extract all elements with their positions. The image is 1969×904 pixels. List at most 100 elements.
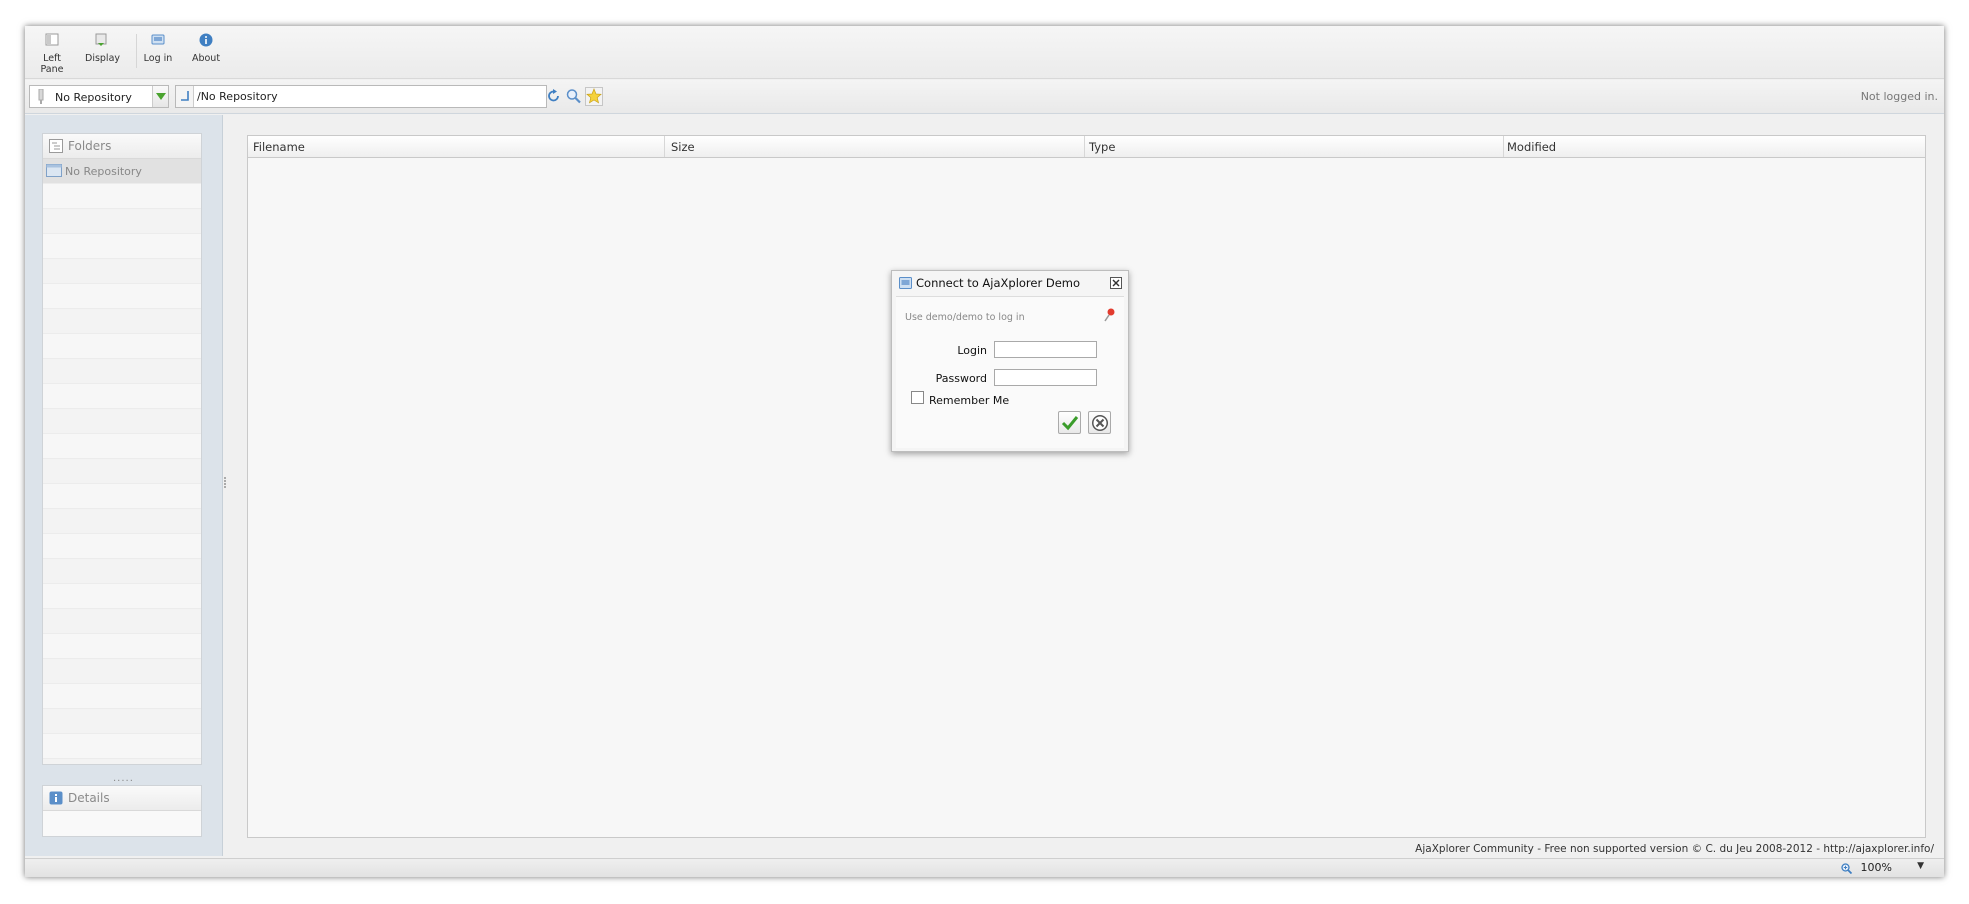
empty-tree-row: [43, 509, 201, 534]
login-dialog-body: Use demo/demo to log in Login Password R…: [896, 296, 1124, 448]
login-dialog-title: Connect to AjaXplorer Demo: [916, 276, 1081, 290]
vertical-splitter-handle[interactable]: [223, 476, 227, 490]
left-pane-label: Left Pane: [40, 53, 64, 75]
details-panel: Details: [42, 785, 202, 837]
ok-button[interactable]: [1058, 411, 1081, 434]
empty-tree-row: [43, 609, 201, 634]
display-button[interactable]: Display: [85, 33, 121, 64]
path-field: [175, 85, 547, 108]
left-pane: Folders No Repository ..... Details: [25, 115, 223, 856]
log-in-icon: [899, 277, 912, 289]
column-header-size[interactable]: Size: [671, 140, 695, 154]
column-header-modified[interactable]: Modified: [1507, 140, 1556, 154]
zoom-icon: [1841, 863, 1852, 874]
remember-me-label: Remember Me: [929, 394, 1010, 407]
empty-tree-row: [43, 584, 201, 609]
password-label: Password: [935, 372, 987, 385]
toolbar-separator: [136, 34, 137, 68]
empty-tree-row: [43, 334, 201, 359]
cancel-icon: [1092, 415, 1108, 431]
copyright-footer: AjaXplorer Community - Free non supporte…: [1415, 843, 1934, 855]
empty-tree-row: [43, 734, 201, 759]
empty-tree-row: [43, 684, 201, 709]
repository-icon: [38, 89, 44, 104]
refresh-icon[interactable]: [545, 87, 563, 106]
location-bar: No Repository No: [25, 80, 1944, 114]
remember-me-checkbox[interactable]: [911, 391, 924, 404]
tree-item-label: No Repository: [65, 165, 142, 178]
repository-folder-icon: [46, 164, 62, 177]
empty-tree-row: [43, 434, 201, 459]
zoom-dropdown-icon[interactable]: ▼: [1917, 861, 1924, 871]
cancel-button[interactable]: [1088, 411, 1111, 434]
empty-tree-row: [43, 634, 201, 659]
repository-select[interactable]: No Repository: [29, 85, 169, 108]
display-label: Display: [85, 53, 121, 64]
status-bar: 100% ▼: [25, 858, 1944, 877]
file-list-header: Filename Size Type Modified: [248, 136, 1925, 158]
empty-tree-row: [43, 309, 201, 334]
repository-select-value: No Repository: [55, 91, 132, 104]
details-panel-header: Details: [43, 786, 201, 811]
password-input[interactable]: [994, 369, 1097, 386]
repository-dropdown-button[interactable]: [152, 86, 168, 107]
close-icon: [1112, 279, 1120, 287]
info-icon: [49, 791, 63, 805]
folders-panel-header: Folders: [43, 134, 201, 159]
zoom-level[interactable]: 100%: [1861, 861, 1892, 874]
main-toolbar: Left Pane Display Log in About: [25, 26, 1944, 79]
close-button[interactable]: [1110, 277, 1122, 289]
empty-tree-row: [43, 284, 201, 309]
empty-tree-row: [43, 459, 201, 484]
folders-panel-title: Folders: [68, 139, 112, 153]
column-header-filename[interactable]: Filename: [253, 140, 305, 154]
login-dialog: Connect to AjaXplorer Demo Use demo/demo…: [891, 270, 1129, 452]
file-list: Filename Size Type Modified: [247, 135, 1926, 838]
search-icon[interactable]: [565, 87, 583, 106]
log-in-icon: [151, 34, 165, 45]
pin-icon: [1104, 308, 1115, 322]
login-input[interactable]: [994, 341, 1097, 358]
details-panel-title: Details: [68, 791, 110, 805]
left-pane-button[interactable]: Left Pane: [33, 33, 71, 75]
empty-tree-row: [43, 234, 201, 259]
about-button[interactable]: About: [191, 33, 221, 64]
folder-tree-rows: [43, 184, 201, 759]
checkmark-icon: [1061, 416, 1079, 431]
login-label: Login: [957, 344, 987, 357]
column-divider[interactable]: [664, 136, 665, 157]
log-in-label: Log in: [143, 53, 173, 64]
empty-tree-row: [43, 534, 201, 559]
horizontal-splitter[interactable]: .....: [113, 773, 134, 784]
folder-tree-icon: [49, 139, 63, 153]
tree-item-no-repository[interactable]: No Repository: [43, 159, 201, 184]
login-hint: Use demo/demo to log in: [905, 312, 1025, 323]
level-up-icon: [181, 91, 189, 101]
empty-tree-row: [43, 359, 201, 384]
ajaxplorer-window: Left Pane Display Log in About No Reposi…: [25, 26, 1944, 877]
folders-panel: Folders No Repository: [42, 133, 202, 765]
empty-tree-row: [43, 184, 201, 209]
info-icon: [199, 33, 213, 47]
path-icon-box: [176, 86, 194, 107]
empty-tree-row: [43, 484, 201, 509]
column-divider[interactable]: [1503, 136, 1504, 157]
empty-tree-row: [43, 209, 201, 234]
empty-tree-row: [43, 659, 201, 684]
bookmark-star-icon[interactable]: [585, 87, 603, 106]
empty-tree-row: [43, 409, 201, 434]
left-pane-icon: [45, 33, 59, 46]
about-label: About: [191, 53, 221, 64]
log-in-button[interactable]: Log in: [143, 33, 173, 64]
display-icon: [95, 33, 107, 46]
empty-tree-row: [43, 384, 201, 409]
column-divider[interactable]: [1084, 136, 1085, 157]
empty-tree-row: [43, 709, 201, 734]
empty-tree-row: [43, 259, 201, 284]
login-status-text: Not logged in.: [1860, 90, 1938, 103]
column-header-type[interactable]: Type: [1089, 140, 1115, 154]
empty-tree-row: [43, 559, 201, 584]
login-dialog-titlebar[interactable]: Connect to AjaXplorer Demo: [892, 271, 1128, 295]
chevron-down-icon: [156, 93, 166, 100]
path-input[interactable]: [197, 86, 542, 107]
